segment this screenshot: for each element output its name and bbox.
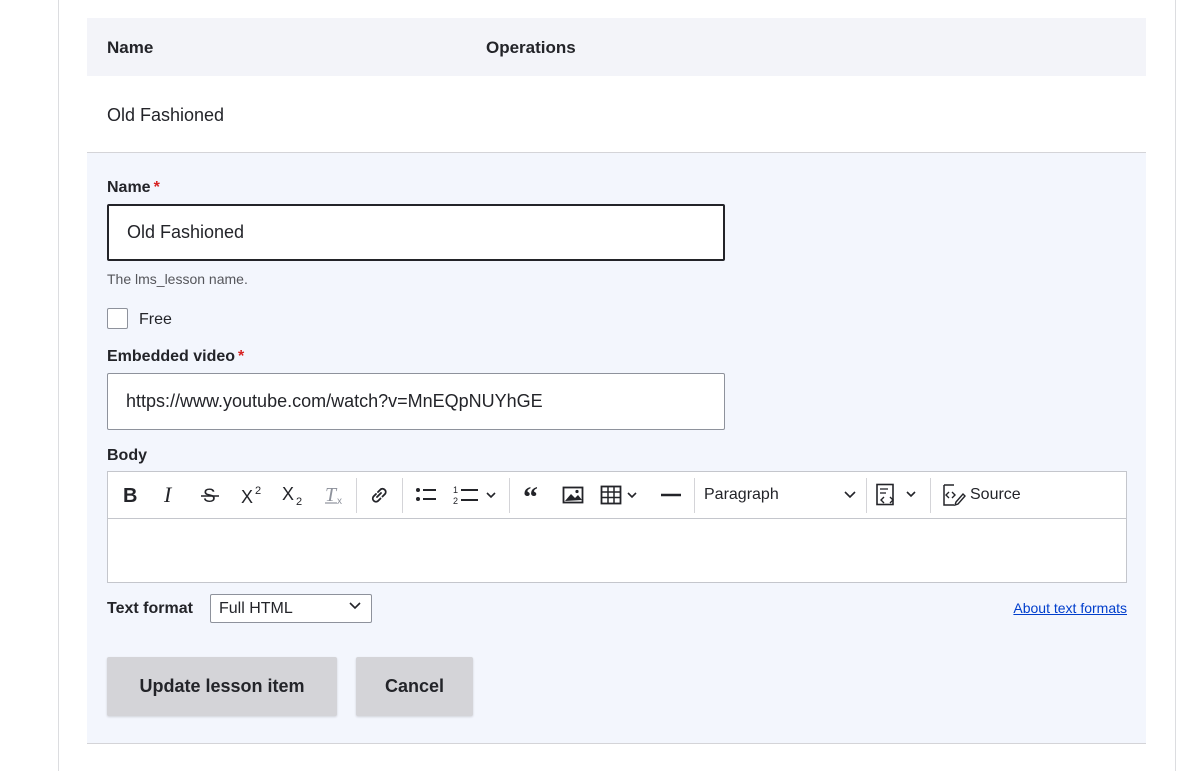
svg-text:x: x bbox=[337, 496, 342, 506]
cancel-button[interactable]: Cancel bbox=[356, 657, 473, 716]
name-label-text: Name bbox=[107, 179, 151, 196]
horizontal-line-icon[interactable] bbox=[656, 480, 686, 510]
svg-text:X: X bbox=[241, 487, 253, 505]
toolbar-separator bbox=[356, 478, 357, 513]
italic-icon[interactable]: I bbox=[156, 480, 184, 510]
text-format-value: Full HTML bbox=[219, 600, 293, 617]
subscript-icon[interactable]: X2 bbox=[278, 480, 310, 510]
code-block-icon[interactable] bbox=[874, 480, 924, 510]
paragraph-dropdown[interactable]: Paragraph bbox=[704, 480, 864, 510]
required-mark: * bbox=[238, 348, 245, 365]
name-label: Name * bbox=[107, 179, 160, 197]
numbered-list-icon[interactable]: 12 bbox=[450, 480, 504, 510]
svg-text:2: 2 bbox=[296, 496, 302, 506]
editor-toolbar: B I S X2 X2 Tx 1 2 “ Paragraph Source bbox=[108, 472, 1126, 519]
name-input[interactable] bbox=[107, 204, 725, 261]
video-label: Embedded video * bbox=[107, 348, 244, 366]
link-icon[interactable] bbox=[364, 480, 394, 510]
text-format-select[interactable]: Full HTML bbox=[210, 594, 372, 623]
toolbar-separator bbox=[509, 478, 510, 513]
svg-text:1: 1 bbox=[453, 485, 458, 495]
svg-text:“: “ bbox=[523, 485, 538, 505]
required-mark: * bbox=[153, 179, 160, 196]
paragraph-dropdown-label: Paragraph bbox=[704, 486, 779, 503]
chevron-down-icon bbox=[349, 602, 361, 610]
free-label: Free bbox=[139, 311, 172, 328]
body-editor: B I S X2 X2 Tx 1 2 “ Paragraph Source bbox=[107, 471, 1127, 583]
svg-text:X: X bbox=[282, 484, 294, 504]
svg-text:2: 2 bbox=[453, 496, 458, 506]
toolbar-separator bbox=[866, 478, 867, 513]
table-header: Name Operations bbox=[87, 18, 1146, 76]
strikethrough-icon[interactable]: S bbox=[196, 480, 224, 510]
toolbar-separator bbox=[402, 478, 403, 513]
body-label: Body bbox=[107, 447, 147, 464]
name-description: The lms_lesson name. bbox=[107, 271, 248, 287]
embedded-video-input[interactable] bbox=[107, 373, 725, 430]
about-text-formats-link[interactable]: About text formats bbox=[1013, 600, 1127, 616]
table-row: Old Fashioned bbox=[87, 76, 1146, 153]
toolbar-separator bbox=[930, 478, 931, 513]
video-label-text: Embedded video bbox=[107, 348, 236, 365]
lesson-edit-form: Name* The lms_lesson name. Free Embedded… bbox=[87, 153, 1146, 744]
image-icon[interactable] bbox=[558, 480, 588, 510]
superscript-icon[interactable]: X2 bbox=[237, 480, 269, 510]
free-checkbox[interactable] bbox=[107, 308, 128, 329]
bold-icon[interactable]: B bbox=[116, 480, 144, 510]
column-header-operations: Operations bbox=[486, 38, 576, 57]
source-button[interactable]: Source bbox=[940, 480, 1028, 510]
update-lesson-item-button[interactable]: Update lesson item bbox=[107, 657, 337, 716]
source-button-label: Source bbox=[970, 486, 1021, 503]
bulleted-list-icon[interactable] bbox=[410, 480, 442, 510]
toolbar-separator bbox=[694, 478, 695, 513]
svg-text:2: 2 bbox=[255, 485, 261, 497]
svg-text:B: B bbox=[123, 485, 137, 505]
chevron-down-icon bbox=[844, 491, 856, 499]
text-format-label: Text format bbox=[107, 600, 193, 617]
blockquote-icon[interactable]: “ bbox=[518, 480, 548, 510]
editor-content-area[interactable] bbox=[108, 520, 1126, 583]
column-header-name: Name bbox=[107, 38, 154, 57]
remove-format-icon[interactable]: Tx bbox=[320, 480, 350, 510]
svg-text:I: I bbox=[163, 485, 173, 505]
table-icon[interactable] bbox=[598, 480, 648, 510]
source-icon bbox=[943, 484, 966, 507]
row-name-cell: Old Fashioned bbox=[107, 105, 225, 125]
